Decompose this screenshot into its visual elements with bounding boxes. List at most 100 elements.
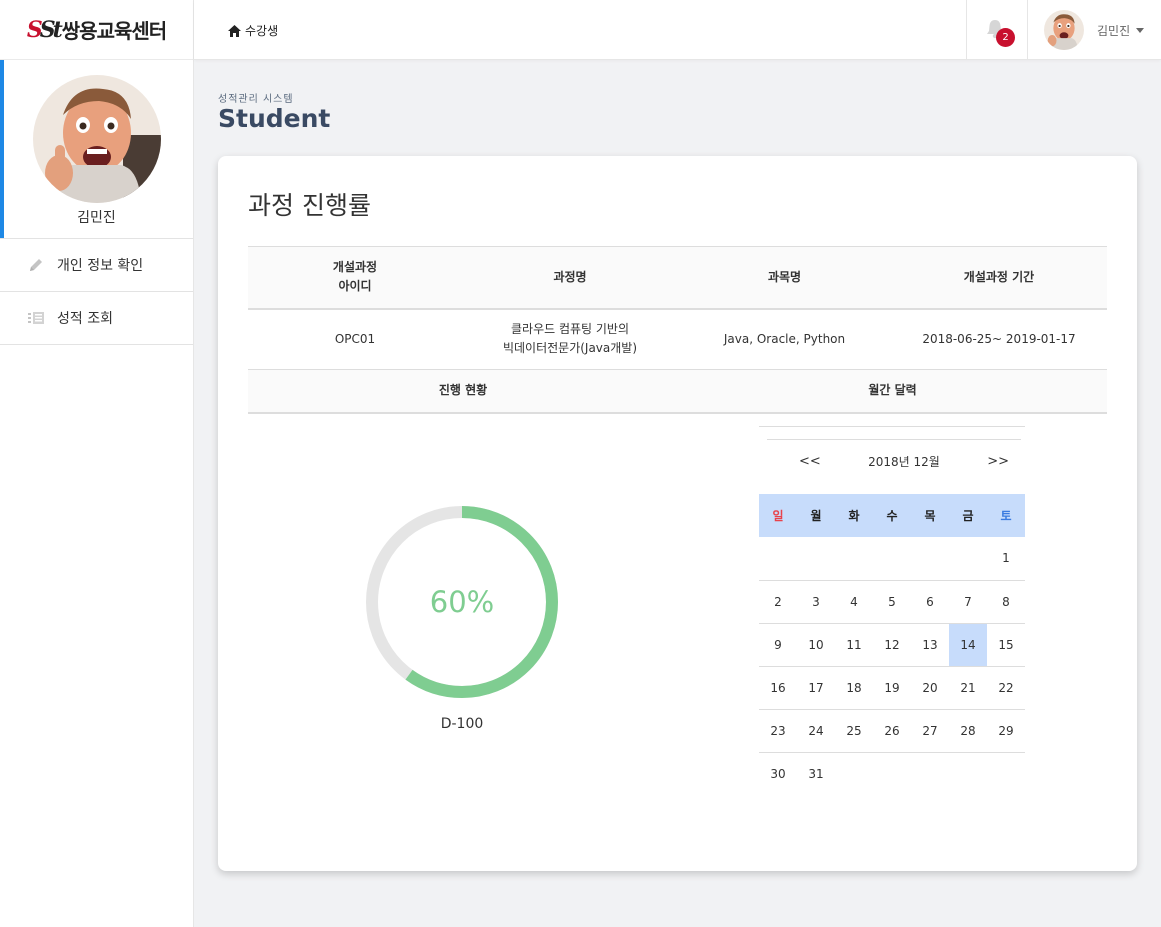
- column-header: 개설과정 아이디: [248, 246, 462, 310]
- calendar-day[interactable]: 1: [987, 537, 1025, 581]
- pencil-icon: [27, 256, 45, 274]
- profile-name: 김민진: [77, 210, 116, 226]
- avatar: [32, 75, 161, 203]
- table-row: OPC01 클라우드 컴퓨팅 기반의 빅데이터전문가(Java개발) Java, …: [248, 308, 1107, 370]
- progress-donut: 60%: [362, 502, 562, 702]
- calendar-day[interactable]: 19: [873, 666, 911, 710]
- user-name: 김민진: [1097, 23, 1131, 38]
- calendar-day[interactable]: 20: [911, 666, 949, 710]
- calendar-day[interactable]: 29: [987, 709, 1025, 753]
- calendar-day[interactable]: 14: [949, 623, 987, 667]
- topbar: 수강생 2 김민진: [194, 0, 1161, 60]
- logo[interactable]: SSt 쌍용교육센터: [0, 0, 193, 60]
- weekday-header: 목: [911, 494, 949, 537]
- calendar-month-label: 2018년 12월: [868, 454, 940, 469]
- calendar-day[interactable]: 4: [835, 580, 873, 624]
- calendar-day[interactable]: 27: [911, 709, 949, 753]
- calendar-day[interactable]: 25: [835, 709, 873, 753]
- progress-percent: 60%: [429, 585, 495, 619]
- calendar-empty-cell: [873, 752, 911, 795]
- calendar-empty-cell: [987, 752, 1025, 795]
- calendar-empty-cell: [835, 752, 873, 795]
- logo-text: 쌍용교육센터: [61, 19, 167, 43]
- monthly-calendar: << 2018년 12월 >> 일월화수목금토 1 2 3 4 5 6 7 8 9 10 11 12 1…: [759, 426, 1025, 795]
- calendar-day[interactable]: 24: [797, 709, 835, 753]
- weekday-header: 금: [949, 494, 987, 537]
- table-cell: 클라우드 컴퓨팅 기반의 빅데이터전문가(Java개발): [462, 308, 678, 370]
- course-table: 개설과정 아이디 과정명 과목명 개설과정 기간 OPC01 클라우드 컴퓨팅 기…: [248, 246, 1107, 414]
- calendar-day[interactable]: 13: [911, 623, 949, 667]
- table-cell: OPC01: [248, 308, 462, 370]
- calendar-day[interactable]: 11: [835, 623, 873, 667]
- calendar-day[interactable]: 28: [949, 709, 987, 753]
- calendar-day[interactable]: 12: [873, 623, 911, 667]
- table-cell: Java, Oracle, Python: [678, 308, 891, 370]
- breadcrumb[interactable]: 수강생: [228, 22, 278, 39]
- active-indicator: [0, 60, 4, 238]
- sidebar-item-personal-info[interactable]: 개인 정보 확인: [0, 239, 193, 292]
- user-menu[interactable]: 김민진: [1027, 0, 1161, 60]
- prev-month-button[interactable]: <<: [799, 454, 821, 469]
- calendar-day[interactable]: 8: [987, 580, 1025, 624]
- calendar-day[interactable]: 9: [759, 623, 797, 667]
- column-header: 과정명: [462, 246, 678, 310]
- card-title: 과정 진행률: [248, 191, 371, 220]
- calendar-week: 9 10 11 12 13 14 15: [759, 623, 1025, 667]
- calendar-empty-cell: [911, 752, 949, 795]
- home-icon: [228, 24, 241, 37]
- calendar-section-header: 월간 달력: [678, 369, 1107, 414]
- notifications-button[interactable]: 2: [966, 0, 1027, 60]
- logo-mark: SSt: [26, 16, 63, 43]
- calendar-empty-cell: [911, 537, 949, 581]
- next-month-button[interactable]: >>: [987, 454, 1009, 469]
- calendar-day[interactable]: 3: [797, 580, 835, 624]
- calendar-day[interactable]: 6: [911, 580, 949, 624]
- calendar-week: 2345678: [759, 580, 1025, 624]
- calendar-empty-cell: [797, 537, 835, 581]
- calendar-day[interactable]: 5: [873, 580, 911, 624]
- calendar-empty-cell: [949, 752, 987, 795]
- weekday-header: 토: [987, 494, 1025, 537]
- calendar-day[interactable]: 30: [759, 752, 797, 795]
- calendar-day[interactable]: 10: [797, 623, 835, 667]
- avatar: [1044, 10, 1084, 50]
- calendar-empty-cell: [835, 537, 873, 581]
- calendar-day[interactable]: 17: [797, 666, 835, 710]
- page-subtitle: 성적관리 시스템: [218, 94, 294, 105]
- weekday-header: 화: [835, 494, 873, 537]
- sidebar: SSt 쌍용교육센터 김민진 개인 정보 확인 성적 조회: [0, 0, 194, 927]
- calendar-day[interactable]: 21: [949, 666, 987, 710]
- calendar-day[interactable]: 18: [835, 666, 873, 710]
- calendar-day[interactable]: 26: [873, 709, 911, 753]
- breadcrumb-label: 수강생: [245, 24, 279, 38]
- progress-section-header: 진행 현황: [248, 369, 678, 414]
- calendar-week: 16 17 18 19 20 21 22: [759, 666, 1025, 710]
- calendar-nav: << 2018년 12월 >>: [767, 439, 1021, 482]
- calendar-day[interactable]: 22: [987, 666, 1025, 710]
- table-cell: 2018-06-25~ 2019-01-17: [891, 308, 1107, 370]
- calendar-day[interactable]: 31: [797, 752, 835, 795]
- weekday-header: 수: [873, 494, 911, 537]
- profile-panel: 김민진: [0, 60, 193, 239]
- bell-icon: 2: [986, 19, 1015, 47]
- chevron-down-icon: [1136, 27, 1145, 33]
- calendar-empty-cell: [873, 537, 911, 581]
- calendar-day[interactable]: 23: [759, 709, 797, 753]
- column-header: 과목명: [678, 246, 891, 310]
- calendar-day[interactable]: 7: [949, 580, 987, 624]
- list-icon: [27, 309, 45, 327]
- page-title: Student: [218, 104, 331, 133]
- notification-badge: 2: [996, 28, 1015, 47]
- sidebar-item-label: 성적 조회: [57, 311, 113, 327]
- calendar-empty-cell: [759, 537, 797, 581]
- weekday-header: 월: [797, 494, 835, 537]
- calendar-day[interactable]: 16: [759, 666, 797, 710]
- column-header: 개설과정 기간: [891, 246, 1107, 310]
- calendar-day[interactable]: 15: [987, 623, 1025, 667]
- calendar-day[interactable]: 2: [759, 580, 797, 624]
- calendar-grid: 일월화수목금토 1 2 3 4 5 6 7 8 9 10 11 12 13 14 15 16 17 18 19 20 2…: [759, 494, 1025, 795]
- calendar-week: 23 24 25 26 27 28 29: [759, 709, 1025, 753]
- d-day-label: D-100: [440, 716, 484, 732]
- calendar-empty-cell: [949, 537, 987, 581]
- sidebar-item-grades[interactable]: 성적 조회: [0, 292, 193, 345]
